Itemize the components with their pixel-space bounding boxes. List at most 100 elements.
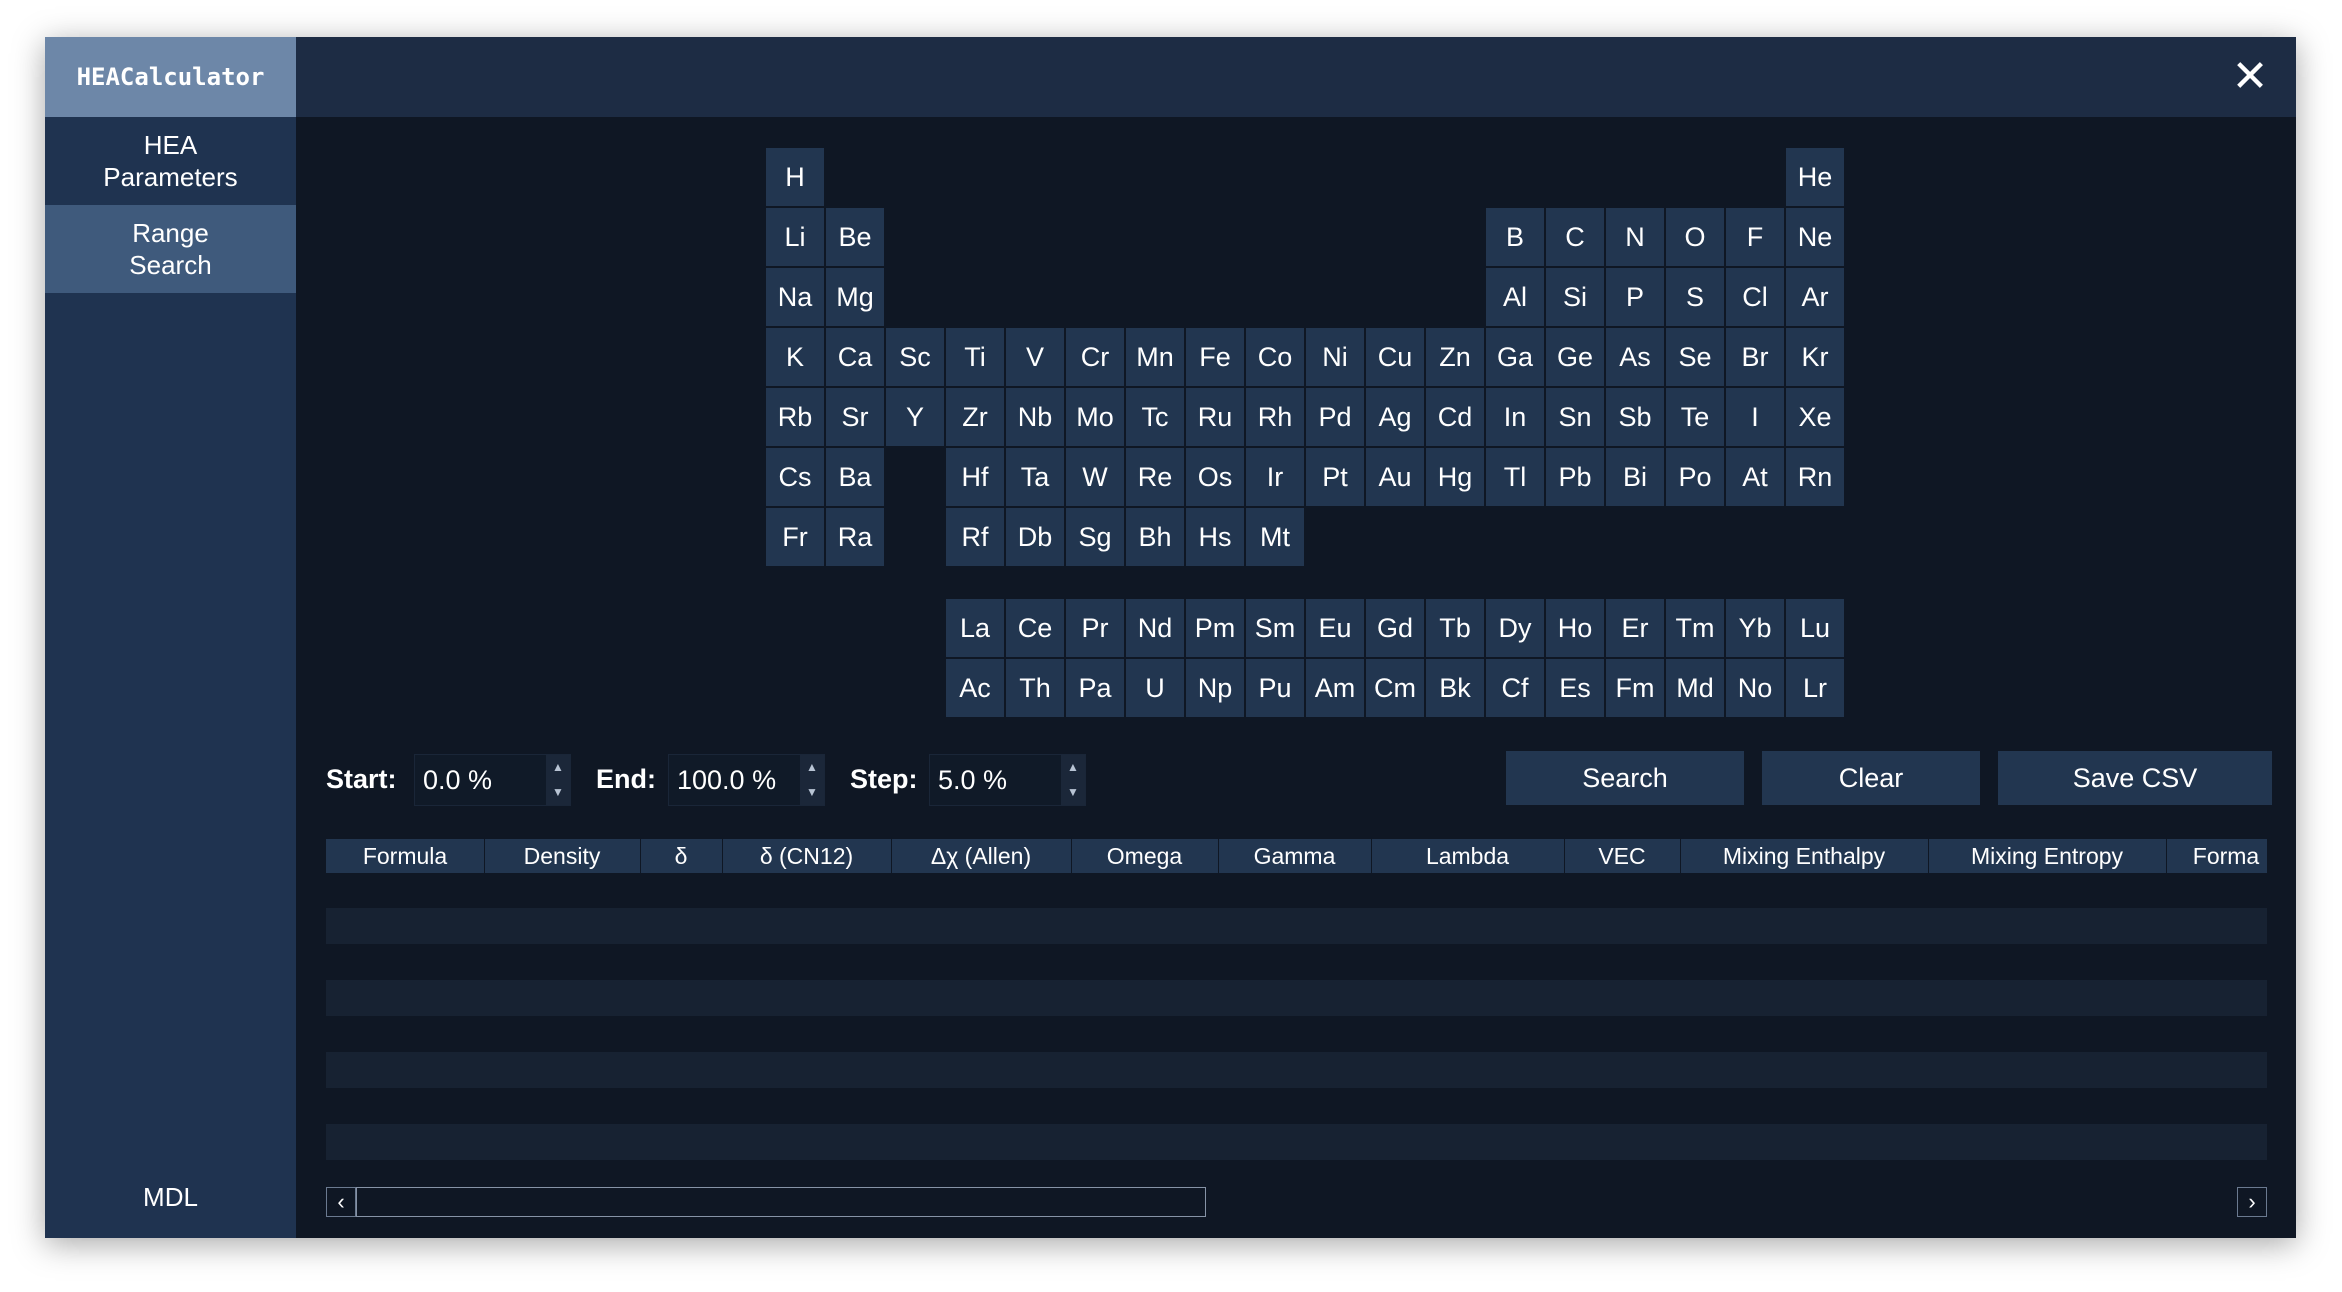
search-button[interactable]: Search [1506, 751, 1744, 805]
element-p[interactable]: P [1606, 268, 1664, 326]
step-value[interactable]: 5.0 % [938, 755, 1007, 805]
column-header[interactable]: Mixing Entropy [1928, 839, 2167, 873]
column-header[interactable]: Mixing Enthalpy [1680, 839, 1929, 873]
element-ru[interactable]: Ru [1186, 388, 1244, 446]
column-header[interactable]: Omega [1071, 839, 1219, 873]
element-al[interactable]: Al [1486, 268, 1544, 326]
element-ca[interactable]: Ca [826, 328, 884, 386]
element-sn[interactable]: Sn [1546, 388, 1604, 446]
element-dy[interactable]: Dy [1486, 599, 1544, 657]
element-as[interactable]: As [1606, 328, 1664, 386]
element-fe[interactable]: Fe [1186, 328, 1244, 386]
element-si[interactable]: Si [1546, 268, 1604, 326]
element-tb[interactable]: Tb [1426, 599, 1484, 657]
scroll-right-icon[interactable]: › [2237, 1187, 2267, 1217]
clear-button[interactable]: Clear [1762, 751, 1980, 805]
element-pt[interactable]: Pt [1306, 448, 1364, 506]
element-i[interactable]: I [1726, 388, 1784, 446]
end-down-arrow-icon[interactable]: ▼ [800, 780, 824, 805]
element-sm[interactable]: Sm [1246, 599, 1304, 657]
element-pr[interactable]: Pr [1066, 599, 1124, 657]
element-cd[interactable]: Cd [1426, 388, 1484, 446]
element-bi[interactable]: Bi [1606, 448, 1664, 506]
element-mt[interactable]: Mt [1246, 508, 1304, 566]
element-pm[interactable]: Pm [1186, 599, 1244, 657]
element-mn[interactable]: Mn [1126, 328, 1184, 386]
element-tc[interactable]: Tc [1126, 388, 1184, 446]
element-sr[interactable]: Sr [826, 388, 884, 446]
element-na[interactable]: Na [766, 268, 824, 326]
element-sb[interactable]: Sb [1606, 388, 1664, 446]
column-header[interactable]: Lambda [1371, 839, 1565, 873]
column-header[interactable]: Density [484, 839, 641, 873]
element-ho[interactable]: Ho [1546, 599, 1604, 657]
column-header[interactable]: Gamma [1218, 839, 1372, 873]
element-co[interactable]: Co [1246, 328, 1304, 386]
element-er[interactable]: Er [1606, 599, 1664, 657]
element-ne[interactable]: Ne [1786, 208, 1844, 266]
end-spinbox[interactable]: 100.0 % ▲ ▼ [668, 754, 825, 806]
column-header[interactable]: δ (CN12) [722, 839, 892, 873]
element-c[interactable]: C [1546, 208, 1604, 266]
element-v[interactable]: V [1006, 328, 1064, 386]
element-hs[interactable]: Hs [1186, 508, 1244, 566]
element-ni[interactable]: Ni [1306, 328, 1364, 386]
element-lu[interactable]: Lu [1786, 599, 1844, 657]
element-os[interactable]: Os [1186, 448, 1244, 506]
element-xe[interactable]: Xe [1786, 388, 1844, 446]
element-ta[interactable]: Ta [1006, 448, 1064, 506]
element-n[interactable]: N [1606, 208, 1664, 266]
element-fr[interactable]: Fr [766, 508, 824, 566]
start-spinbox[interactable]: 0.0 % ▲ ▼ [414, 754, 571, 806]
end-up-arrow-icon[interactable]: ▲ [800, 755, 824, 780]
element-bh[interactable]: Bh [1126, 508, 1184, 566]
element-cl[interactable]: Cl [1726, 268, 1784, 326]
column-header[interactable]: δ [640, 839, 723, 873]
element-mo[interactable]: Mo [1066, 388, 1124, 446]
element-te[interactable]: Te [1666, 388, 1724, 446]
element-b[interactable]: B [1486, 208, 1544, 266]
element-gd[interactable]: Gd [1366, 599, 1424, 657]
element-ar[interactable]: Ar [1786, 268, 1844, 326]
element-nd[interactable]: Nd [1126, 599, 1184, 657]
element-pd[interactable]: Pd [1306, 388, 1364, 446]
element-sc[interactable]: Sc [886, 328, 944, 386]
close-icon[interactable]: ✕ [2228, 55, 2272, 99]
element-re[interactable]: Re [1126, 448, 1184, 506]
element-ag[interactable]: Ag [1366, 388, 1424, 446]
element-au[interactable]: Au [1366, 448, 1424, 506]
step-up-arrow-icon[interactable]: ▲ [1061, 755, 1085, 780]
step-down-arrow-icon[interactable]: ▼ [1061, 780, 1085, 805]
column-header[interactable]: Forma [2166, 839, 2267, 873]
start-down-arrow-icon[interactable]: ▼ [546, 780, 570, 805]
element-cm[interactable]: Cm [1366, 659, 1424, 717]
element-se[interactable]: Se [1666, 328, 1724, 386]
element-cr[interactable]: Cr [1066, 328, 1124, 386]
element-fm[interactable]: Fm [1606, 659, 1664, 717]
element-ti[interactable]: Ti [946, 328, 1004, 386]
element-w[interactable]: W [1066, 448, 1124, 506]
element-la[interactable]: La [946, 599, 1004, 657]
element-o[interactable]: O [1666, 208, 1724, 266]
element-pu[interactable]: Pu [1246, 659, 1304, 717]
column-header[interactable]: VEC [1564, 839, 1681, 873]
nav-range-search[interactable]: Range Search [45, 205, 296, 293]
element-h[interactable]: H [766, 148, 824, 206]
end-value[interactable]: 100.0 % [677, 755, 776, 805]
element-yb[interactable]: Yb [1726, 599, 1784, 657]
column-header[interactable]: Formula [326, 839, 485, 873]
scroll-thumb[interactable] [356, 1187, 1206, 1217]
element-s[interactable]: S [1666, 268, 1724, 326]
element-sg[interactable]: Sg [1066, 508, 1124, 566]
element-at[interactable]: At [1726, 448, 1784, 506]
element-li[interactable]: Li [766, 208, 824, 266]
horizontal-scrollbar[interactable]: ‹ › [326, 1187, 2267, 1219]
step-spinbox[interactable]: 5.0 % ▲ ▼ [929, 754, 1086, 806]
nav-hea-parameters[interactable]: HEA Parameters [45, 117, 296, 205]
element-ra[interactable]: Ra [826, 508, 884, 566]
element-y[interactable]: Y [886, 388, 944, 446]
element-ga[interactable]: Ga [1486, 328, 1544, 386]
element-f[interactable]: F [1726, 208, 1784, 266]
element-tm[interactable]: Tm [1666, 599, 1724, 657]
element-hg[interactable]: Hg [1426, 448, 1484, 506]
